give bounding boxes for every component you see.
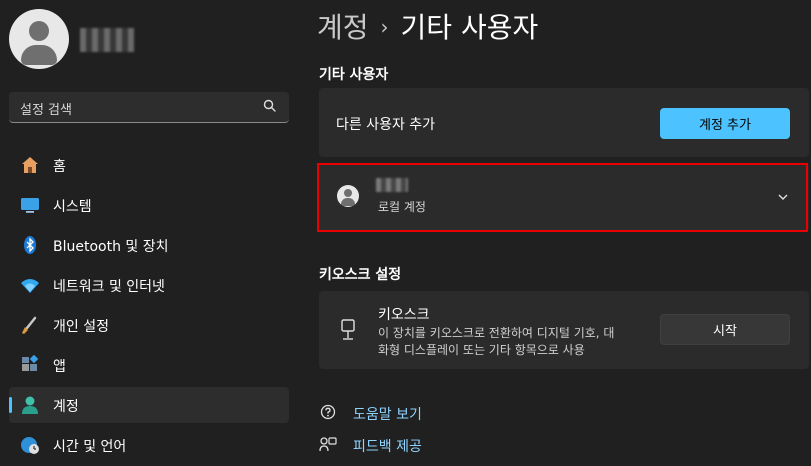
kiosk-title: 키오스크 bbox=[378, 307, 430, 323]
help-link[interactable]: 도움말 보기 bbox=[319, 404, 519, 424]
sidebar-item-label: 개인 설정 bbox=[53, 319, 109, 335]
sidebar-item-network[interactable]: 네트워크 및 인터넷 bbox=[9, 267, 289, 303]
sidebar-item-accounts[interactable]: 계정 bbox=[9, 387, 289, 423]
other-users-heading: 기타 사용자 bbox=[319, 67, 389, 83]
profile-name-redacted bbox=[80, 28, 134, 52]
sidebar-item-system[interactable]: 시스템 bbox=[9, 187, 289, 223]
account-icon bbox=[22, 396, 38, 414]
globe-clock-icon bbox=[21, 437, 39, 454]
add-user-card: 다른 사용자 추가 계정 추가 bbox=[319, 88, 809, 157]
settings-search-box[interactable]: 설정 검색 bbox=[9, 92, 289, 123]
apps-icon bbox=[22, 355, 39, 371]
feedback-link[interactable]: 피드백 제공 bbox=[319, 436, 519, 456]
help-link-label[interactable]: 도움말 보기 bbox=[353, 404, 422, 424]
breadcrumb-separator: › bbox=[380, 15, 389, 39]
breadcrumb-parent[interactable]: 계정 bbox=[317, 11, 369, 44]
sidebar-item-personalization[interactable]: 개인 설정 bbox=[9, 307, 289, 343]
selection-highlight bbox=[317, 163, 808, 232]
avatar-body bbox=[21, 45, 57, 65]
kiosk-icon bbox=[341, 319, 355, 340]
add-account-button[interactable]: 계정 추가 bbox=[660, 108, 790, 139]
home-icon bbox=[22, 157, 38, 173]
wifi-icon bbox=[21, 279, 39, 293]
search-placeholder: 설정 검색 bbox=[20, 103, 72, 118]
sidebar-item-label: 홈 bbox=[53, 159, 66, 175]
kiosk-start-button[interactable]: 시작 bbox=[660, 314, 790, 345]
breadcrumb: 계정 › 기타 사용자 bbox=[317, 6, 538, 46]
add-user-label: 다른 사용자 추가 bbox=[336, 117, 436, 133]
sidebar-item-label: 계정 bbox=[53, 399, 79, 415]
sidebar-item-time-language[interactable]: 시간 및 언어 bbox=[9, 427, 289, 463]
kiosk-description-line1: 이 장치를 키오스크로 전환하여 디지털 기호, 대 bbox=[378, 326, 615, 340]
feedback-link-label[interactable]: 피드백 제공 bbox=[353, 436, 422, 456]
help-icon bbox=[320, 404, 336, 420]
brush-icon bbox=[22, 316, 37, 334]
kiosk-card: 키오스크 이 장치를 키오스크로 전환하여 디지털 기호, 대 화형 디스플레이… bbox=[319, 291, 809, 369]
sidebar-item-label: 시스템 bbox=[53, 199, 92, 215]
bluetooth-icon bbox=[24, 236, 36, 254]
kiosk-heading: 키오스크 설정 bbox=[319, 267, 402, 283]
sidebar-item-label: 네트워크 및 인터넷 bbox=[53, 279, 165, 295]
search-icon[interactable] bbox=[262, 98, 278, 114]
sidebar-item-bluetooth[interactable]: Bluetooth 및 장치 bbox=[9, 227, 289, 263]
feedback-icon bbox=[319, 437, 337, 452]
kiosk-description-line2: 화형 디스플레이 또는 기타 항목으로 사용 bbox=[378, 343, 585, 357]
system-icon bbox=[21, 198, 39, 213]
page-title: 기타 사용자 bbox=[400, 11, 539, 44]
sidebar-item-label: Bluetooth 및 장치 bbox=[53, 239, 169, 255]
profile-avatar[interactable] bbox=[9, 9, 69, 69]
sidebar-item-home[interactable]: 홈 bbox=[9, 147, 289, 183]
sidebar-item-label: 앱 bbox=[53, 359, 66, 375]
sidebar-item-label: 시간 및 언어 bbox=[53, 439, 127, 455]
sidebar-item-apps[interactable]: 앱 bbox=[9, 347, 289, 383]
avatar-head bbox=[29, 21, 49, 41]
